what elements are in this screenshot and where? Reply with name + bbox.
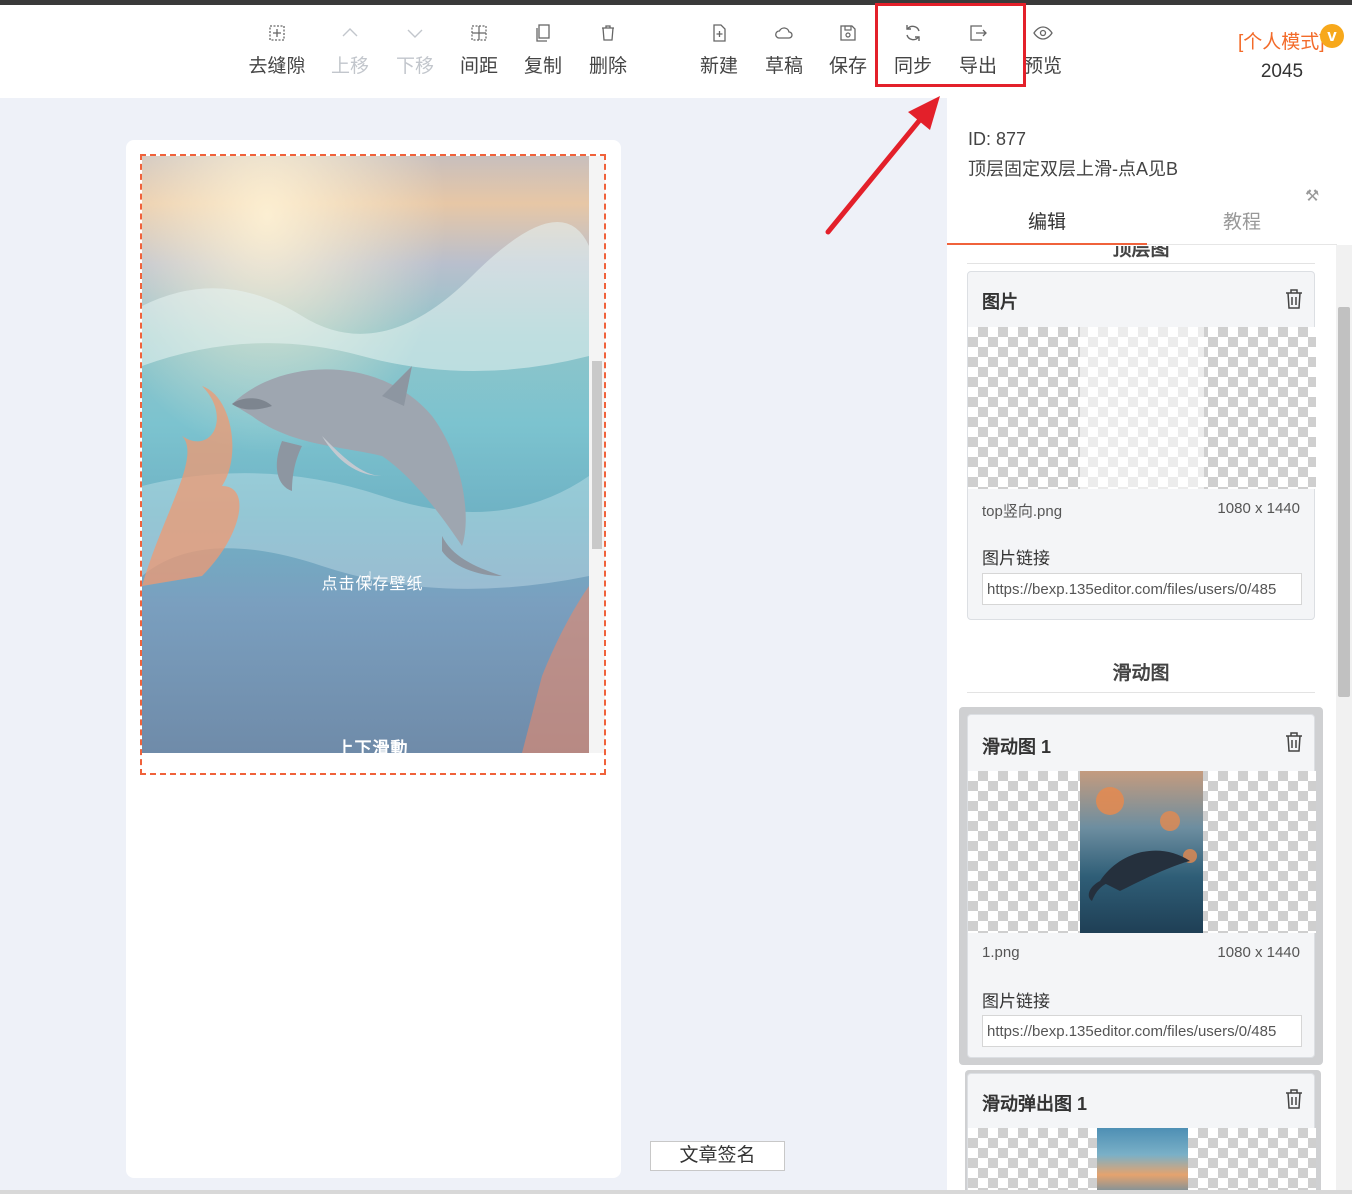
slide-section-title: 滑动图 bbox=[967, 658, 1315, 693]
save-label: 保存 bbox=[828, 56, 867, 77]
vip-badge-icon: v bbox=[1320, 24, 1344, 48]
toolbar: 去缝隙 上移 下移 间距 复制 删除 新建 草稿 保存 同步 导出 预览 [个人… bbox=[0, 5, 1352, 98]
delete-popup-image-icon[interactable] bbox=[1284, 1088, 1304, 1110]
template-info: ID: 877 顶层固定双层上滑-点A见B bbox=[968, 124, 1178, 184]
draft-label: 草稿 bbox=[764, 56, 803, 77]
personal-mode-link[interactable]: [个人模式] bbox=[1238, 27, 1325, 54]
remove-gap-label: 去缝隙 bbox=[248, 56, 306, 77]
move-up-button[interactable]: 上移 bbox=[318, 23, 382, 78]
popup-thumbnail bbox=[1097, 1128, 1188, 1194]
move-down-button[interactable]: 下移 bbox=[383, 23, 447, 78]
slide-image-link-label: 图片链接 bbox=[982, 992, 1050, 1011]
template-id: ID: 877 bbox=[968, 129, 1027, 149]
slide-image-link-input[interactable] bbox=[982, 1015, 1302, 1047]
spacing-label: 间距 bbox=[459, 56, 498, 77]
copy-icon bbox=[511, 23, 575, 47]
annotation-arrow-icon bbox=[825, 96, 940, 235]
top-image-transparent-area bbox=[1080, 327, 1204, 489]
new-label: 新建 bbox=[699, 56, 738, 77]
delete-top-image-icon[interactable] bbox=[1284, 288, 1304, 310]
delete-label: 删除 bbox=[588, 56, 627, 77]
top-image-card: 图片 top竖向.png 1080 x 1440 图片链接 bbox=[967, 271, 1316, 620]
cloud-icon bbox=[752, 23, 816, 47]
panel-scrollbar[interactable] bbox=[1336, 245, 1352, 1194]
credit-count: 2045 bbox=[1260, 61, 1304, 82]
remove-gap-button[interactable]: 去缝隙 bbox=[245, 23, 309, 78]
grid-plus-icon bbox=[245, 23, 309, 47]
move-down-label: 下移 bbox=[395, 56, 434, 77]
popup-image-card: 滑动弹出图 1 bbox=[967, 1073, 1316, 1194]
new-file-icon bbox=[687, 23, 751, 47]
whale-illustration-icon bbox=[1088, 787, 1197, 901]
top-image-size: 1080 x 1440 bbox=[1217, 500, 1300, 517]
new-button[interactable]: 新建 bbox=[687, 23, 751, 78]
article-signature-button[interactable]: 文章签名 bbox=[650, 1141, 785, 1171]
slide-image-preview[interactable] bbox=[968, 771, 1316, 933]
top-image-card-title: 图片 bbox=[982, 292, 1018, 312]
tab-edit[interactable]: 编辑 bbox=[947, 203, 1147, 245]
draft-button[interactable]: 草稿 bbox=[752, 23, 816, 78]
selected-block-outline bbox=[140, 154, 606, 775]
panel-tabs: 编辑 教程 bbox=[947, 203, 1337, 245]
popup-image-card-title: 滑动弹出图 1 bbox=[982, 1094, 1088, 1114]
save-icon bbox=[816, 23, 880, 47]
slide-image-size: 1080 x 1440 bbox=[1217, 944, 1300, 961]
whale-thumbnail bbox=[1080, 771, 1203, 933]
preview-label: 预览 bbox=[1023, 56, 1062, 77]
panel-scrollbar-thumb[interactable] bbox=[1338, 307, 1350, 697]
slide-image-filename: 1.png bbox=[982, 944, 1020, 961]
slide-image-card-title: 滑动图 1 bbox=[982, 737, 1052, 757]
delete-slide-image-icon[interactable] bbox=[1284, 731, 1304, 753]
window-bottom-border bbox=[0, 1190, 1352, 1194]
save-button[interactable]: 保存 bbox=[816, 23, 880, 78]
sync-export-highlight-box bbox=[875, 3, 1026, 87]
popup-image-preview[interactable] bbox=[968, 1128, 1316, 1194]
delete-button[interactable]: 删除 bbox=[576, 23, 640, 78]
top-image-filename: top竖向.png bbox=[982, 503, 1063, 520]
template-name: 顶层固定双层上滑-点A见B bbox=[968, 159, 1179, 179]
top-image-link-label: 图片链接 bbox=[982, 549, 1050, 568]
top-image-link-input[interactable] bbox=[982, 573, 1302, 605]
trash-icon bbox=[576, 23, 640, 47]
chevron-down-icon bbox=[383, 23, 447, 47]
top-image-section-title: 顶层图 bbox=[967, 246, 1315, 264]
copy-label: 复制 bbox=[523, 56, 562, 77]
copy-button[interactable]: 复制 bbox=[511, 23, 575, 78]
top-image-section-label: 顶层图 bbox=[1112, 246, 1170, 260]
spacing-button[interactable]: 间距 bbox=[447, 23, 511, 78]
move-up-label: 上移 bbox=[330, 56, 369, 77]
spacing-icon bbox=[447, 23, 511, 47]
chevron-up-icon bbox=[318, 23, 382, 47]
slide-image-card: 滑动图 1 1.png 1080 x 1440 图片链接 bbox=[967, 714, 1316, 1058]
tab-tutorial[interactable]: 教程 bbox=[1147, 203, 1337, 245]
top-image-preview[interactable] bbox=[968, 327, 1316, 489]
